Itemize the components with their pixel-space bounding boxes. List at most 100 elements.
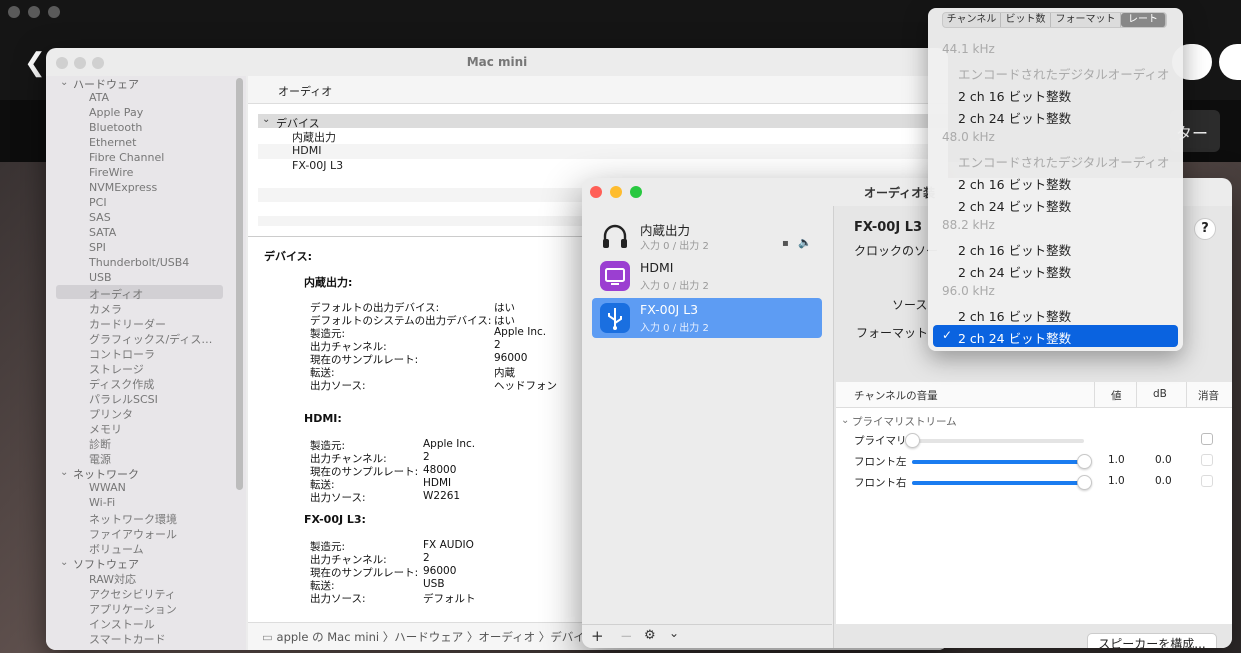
am-minimize-button[interactable] bbox=[610, 186, 622, 198]
detail-value: 48000 bbox=[423, 464, 457, 476]
sidebar-item[interactable]: コントローラ bbox=[89, 346, 155, 362]
detail-section-title: 内蔵出力: bbox=[304, 276, 353, 289]
device-io: 入力 0 / 出力 2 bbox=[640, 241, 709, 252]
sidebar-item[interactable]: アプリケーション bbox=[89, 601, 177, 617]
channel-value: 1.0 bbox=[1108, 454, 1125, 466]
device-list: 内蔵出力 入力 0 / 出力 2 ▪ 🔈 HDMI 入力 0 / 出力 2 FX… bbox=[582, 206, 832, 624]
sidebar-item[interactable]: グラフィックス/ディス… bbox=[89, 331, 212, 347]
mute-checkbox[interactable] bbox=[1201, 454, 1213, 466]
list-item[interactable]: HDMI bbox=[292, 144, 321, 157]
device-item-builtin[interactable]: 内蔵出力 入力 0 / 出力 2 ▪ 🔈 bbox=[592, 216, 822, 256]
sidebar-item[interactable]: WWAN bbox=[89, 481, 126, 494]
sidebar-item[interactable]: Ethernet bbox=[89, 136, 136, 149]
list-item[interactable]: 内蔵出力 bbox=[292, 129, 336, 145]
sidebar-item[interactable]: ボリューム bbox=[89, 541, 144, 557]
sidebar-item[interactable]: ファイアウォール bbox=[89, 526, 177, 542]
usb-icon bbox=[600, 303, 630, 333]
sidebar-item[interactable]: PCI bbox=[89, 196, 107, 209]
format-option[interactable]: 2 ch 16 ビット整数 bbox=[958, 86, 1071, 105]
remove-device-button[interactable]: − bbox=[620, 627, 633, 645]
detail-value: W2261 bbox=[423, 490, 461, 502]
device-item-hdmi[interactable]: HDMI 入力 0 / 出力 2 bbox=[592, 256, 822, 296]
tab-1[interactable]: ビット数 bbox=[1001, 13, 1051, 27]
list-item[interactable]: FX-00J L3 bbox=[292, 159, 343, 172]
mute-checkbox[interactable] bbox=[1201, 475, 1213, 487]
volume-slider-knob[interactable] bbox=[905, 433, 920, 448]
sidebar-item[interactable]: プリンタ bbox=[89, 406, 133, 422]
tab-0[interactable]: チャンネル bbox=[943, 13, 1001, 27]
sidebar-item[interactable]: Wi-Fi bbox=[89, 496, 115, 509]
format-option[interactable]: 2 ch 24 ビット整数 bbox=[958, 108, 1071, 127]
detail-value: 96000 bbox=[423, 565, 457, 577]
sidebar-item[interactable]: インストール bbox=[89, 616, 155, 632]
detail-section-title: HDMI: bbox=[304, 412, 342, 425]
sidebar-item[interactable]: カメラ bbox=[89, 301, 122, 317]
volume-slider-knob[interactable] bbox=[1077, 454, 1092, 469]
tab-3[interactable]: レート bbox=[1121, 13, 1166, 27]
col-channel: チャンネルの音量 bbox=[854, 390, 938, 402]
sidebar-item[interactable]: 電源 bbox=[89, 451, 111, 467]
sidebar-item[interactable]: メモリ bbox=[89, 421, 122, 437]
format-option[interactable]: 2 ch 24 ビット整数 bbox=[958, 262, 1071, 281]
sidebar-item[interactable]: Thunderbolt/USB4 bbox=[89, 256, 189, 269]
sidebar-item[interactable]: スマートカード bbox=[89, 631, 166, 647]
tab-2[interactable]: フォーマット bbox=[1051, 13, 1121, 27]
format-option[interactable]: 2 ch 16 ビット整数 bbox=[958, 240, 1071, 259]
am-close-button[interactable] bbox=[590, 186, 602, 198]
back-chevron-icon[interactable]: ❮ bbox=[24, 48, 46, 78]
sidebar-item[interactable]: アクセシビリティ bbox=[89, 586, 176, 602]
chevron-down-icon[interactable]: ⌄ bbox=[60, 467, 68, 478]
sidebar-item[interactable]: Bluetooth bbox=[89, 121, 142, 134]
sidebar-item[interactable]: NVMExpress bbox=[89, 181, 157, 194]
volume-slider-knob[interactable] bbox=[1077, 475, 1092, 490]
add-device-button[interactable]: + bbox=[591, 627, 604, 645]
sidebar-item[interactable]: カードリーダー bbox=[89, 316, 166, 332]
format-option[interactable]: 2 ch 16 ビット整数 bbox=[958, 174, 1071, 193]
sidebar-item[interactable]: SPI bbox=[89, 241, 106, 254]
mac-icon: ▭ bbox=[262, 630, 277, 644]
sidebar-item[interactable]: FireWire bbox=[89, 166, 133, 179]
detail-section-title: FX-00J L3: bbox=[304, 513, 366, 526]
format-option[interactable]: 2 ch 24 ビット整数 bbox=[958, 196, 1071, 215]
chevron-down-icon[interactable]: ⌄ bbox=[262, 114, 270, 125]
chevron-down-icon[interactable]: ⌄ bbox=[60, 77, 68, 88]
sidebar-item[interactable]: USB bbox=[89, 271, 112, 284]
source-label: ソース bbox=[892, 298, 928, 312]
device-name: HDMI bbox=[640, 260, 674, 275]
sidebar-item[interactable]: ストレージ bbox=[89, 361, 144, 377]
device-name: FX-00J L3 bbox=[640, 302, 699, 317]
gear-icon[interactable]: ⚙ bbox=[644, 628, 656, 643]
clock-source-label: クロックのソー bbox=[854, 244, 939, 258]
format-option[interactable]: 2 ch 24 ビット整数 bbox=[958, 328, 1071, 347]
device-item-fx00j[interactable]: FX-00J L3 入力 0 / 出力 2 bbox=[592, 298, 822, 338]
sidebar-item[interactable]: Apple Pay bbox=[89, 106, 143, 119]
sidebar-item[interactable]: SATA bbox=[89, 226, 116, 239]
slider-fill bbox=[912, 481, 1084, 485]
bg-close-button[interactable] bbox=[8, 6, 20, 18]
sidebar-item[interactable]: SAS bbox=[89, 211, 111, 224]
help-button[interactable]: ? bbox=[1194, 218, 1216, 240]
mute-checkbox[interactable] bbox=[1201, 433, 1213, 445]
bg-zoom-button[interactable] bbox=[48, 6, 60, 18]
chevron-down-icon[interactable]: ⌄ bbox=[669, 626, 679, 640]
am-zoom-button[interactable] bbox=[630, 186, 642, 198]
device-group-row[interactable] bbox=[258, 114, 948, 128]
configure-speakers-button[interactable]: スピーカーを構成... bbox=[1087, 633, 1217, 648]
detail-value: デフォルト bbox=[423, 593, 476, 605]
sidebar-item[interactable]: Fibre Channel bbox=[89, 151, 164, 164]
list-header-label: オーディオ bbox=[278, 85, 333, 98]
chevron-down-icon[interactable]: ⌄ bbox=[60, 557, 68, 568]
sidebar-item[interactable]: ネットワーク環境 bbox=[89, 511, 177, 527]
sidebar-item[interactable]: RAW対応 bbox=[89, 571, 136, 587]
speaker-icon: 🔈 bbox=[798, 236, 812, 249]
chevron-down-icon[interactable]: ⌄ bbox=[841, 415, 849, 426]
window-title: オーディオ装 bbox=[864, 186, 936, 200]
bg-minimize-button[interactable] bbox=[28, 6, 40, 18]
sidebar-item[interactable]: ディスク作成 bbox=[89, 376, 154, 392]
sidebar-item[interactable]: 診断 bbox=[89, 436, 111, 452]
sidebar-scrollbar[interactable] bbox=[236, 78, 243, 490]
sidebar-item[interactable]: オーディオ bbox=[89, 286, 143, 302]
format-option[interactable]: 2 ch 16 ビット整数 bbox=[958, 306, 1071, 325]
sidebar-item[interactable]: パラレルSCSI bbox=[89, 391, 158, 407]
sidebar-item[interactable]: ATA bbox=[89, 91, 109, 104]
